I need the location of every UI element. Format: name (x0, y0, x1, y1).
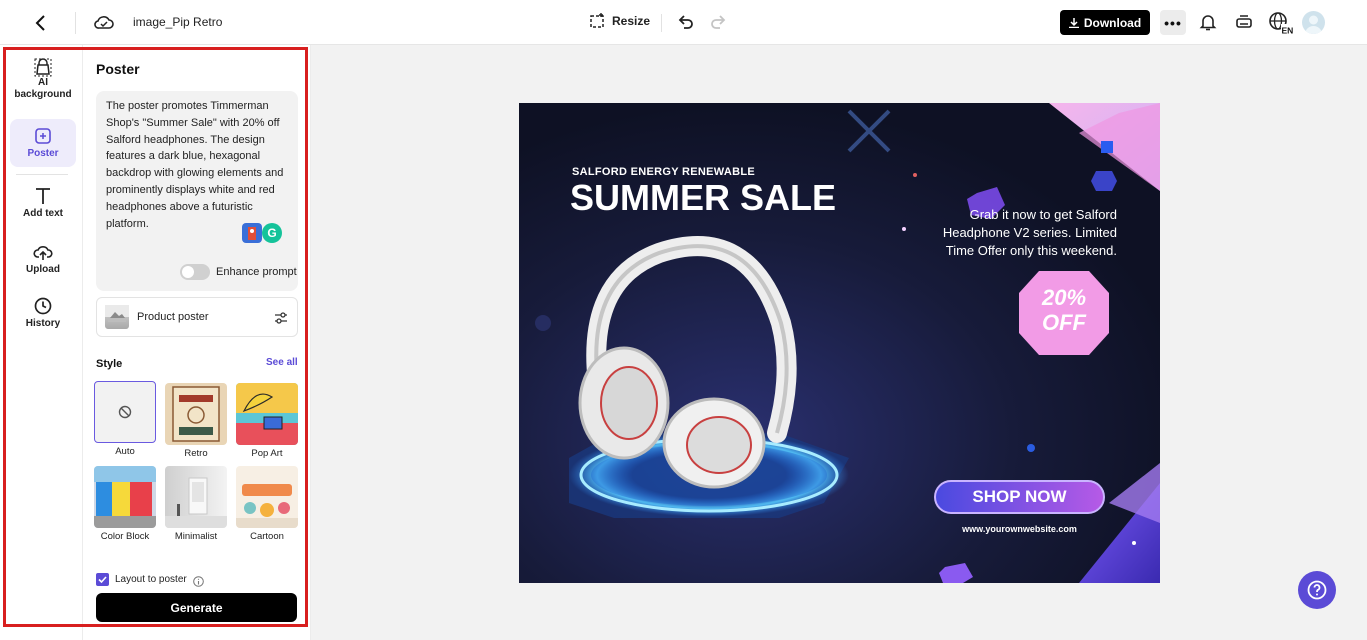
text-icon (36, 188, 50, 204)
offer-line: Time Offer only this weekend. (945, 243, 1117, 258)
poster-canvas[interactable]: SALFORD ENERGY RENEWABLE SUMMER SALE Gra… (519, 103, 1160, 583)
rail-label: History (25, 318, 61, 329)
question-mark-icon (1307, 580, 1327, 600)
style-name: Color Block (100, 531, 150, 542)
generate-button[interactable]: Generate (96, 593, 297, 622)
no-style-icon (118, 405, 132, 419)
style-name: Retro (184, 448, 208, 459)
style-thumbnail (165, 383, 227, 445)
badge-off: OFF (1042, 310, 1086, 335)
style-option-retro[interactable]: Retro (165, 383, 227, 459)
download-icon (1068, 17, 1079, 28)
poster-offer-text[interactable]: Grab it now to get Salford Headphone V2 … (899, 206, 1117, 260)
layout-checkbox[interactable] (96, 573, 109, 586)
offer-line: Grab it now to get Salford (969, 207, 1117, 222)
style-name: Pop Art (251, 448, 283, 459)
adjust-sliders-icon[interactable] (273, 310, 289, 326)
resize-icon (590, 13, 604, 28)
style-option-pop-art[interactable]: Pop Art (236, 383, 298, 459)
rail-item-history[interactable]: History (10, 297, 76, 333)
discount-badge[interactable]: 20% OFF (1019, 285, 1109, 335)
help-button[interactable] (1298, 571, 1336, 609)
top-bar: image_Pip Retro Resize Download ••• EN (0, 0, 1367, 45)
style-thumbnail (94, 381, 156, 443)
poster-icon (35, 128, 51, 144)
poster-panel: Poster The poster promotes Timmerman Sho… (83, 45, 311, 640)
avatar[interactable] (1302, 11, 1325, 34)
divider (16, 174, 68, 175)
product-type-selector[interactable]: Product poster (96, 297, 298, 337)
offer-line: Headphone V2 series. Limited (942, 225, 1117, 240)
style-option-cartoon[interactable]: Cartoon (236, 466, 298, 542)
rail-item-ai-background[interactable]: AI background (10, 57, 76, 105)
style-thumbnail (165, 466, 227, 528)
badge-percent: 20% (1041, 285, 1087, 310)
grammarly-icon[interactable]: G (262, 223, 282, 243)
redo-icon[interactable] (708, 12, 728, 32)
shop-now-button[interactable]: SHOP NOW (934, 480, 1105, 514)
rail-label: AI background (14, 77, 72, 100)
divider (75, 12, 76, 34)
rail-item-poster[interactable]: Poster (10, 119, 76, 167)
upload-cloud-icon (33, 246, 53, 260)
more-options-button[interactable]: ••• (1160, 10, 1186, 35)
poster-headline[interactable]: SUMMER SALE (570, 177, 836, 219)
poster-website[interactable]: www.yourownwebsite.com (934, 524, 1105, 534)
file-name[interactable]: image_Pip Retro (133, 15, 222, 29)
bell-icon[interactable] (1198, 12, 1218, 32)
style-option-minimalist[interactable]: Minimalist (165, 466, 227, 542)
tool-rail: AI background Poster Add text Upload His… (0, 45, 83, 640)
style-name: Auto (115, 446, 135, 457)
style-thumbnail (94, 466, 156, 528)
product-type-label: Product poster (137, 311, 209, 323)
rail-item-add-text[interactable]: Add text (10, 187, 76, 223)
cloud-sync-icon[interactable] (93, 12, 115, 34)
resize-label: Resize (612, 14, 651, 28)
info-icon[interactable] (193, 574, 204, 587)
style-option-auto[interactable]: Auto (94, 381, 156, 457)
language-globe-icon[interactable]: EN (1268, 11, 1294, 36)
download-label: Download (1083, 15, 1142, 30)
layout-label: Layout to poster (115, 574, 187, 585)
enhance-prompt-toggle[interactable] (180, 264, 210, 280)
resize-button[interactable]: Resize (588, 12, 650, 30)
style-name: Minimalist (174, 531, 218, 542)
panel-title: Poster (96, 61, 140, 77)
rail-label: Add text (23, 208, 63, 219)
style-section-label: Style (96, 358, 123, 370)
clock-icon (34, 297, 52, 315)
ai-bag-icon (34, 58, 52, 77)
rail-label: Poster (27, 148, 59, 159)
rail-item-upload[interactable]: Upload (10, 243, 76, 279)
check-icon (98, 576, 107, 584)
divider (661, 14, 662, 32)
printer-icon[interactable] (1234, 12, 1254, 32)
extension-icon[interactable] (242, 223, 262, 243)
language-code: EN (1282, 26, 1294, 36)
prompt-text[interactable]: The poster promotes Timmerman Shop's "Su… (106, 98, 292, 232)
undo-icon[interactable] (676, 12, 696, 32)
product-poster-thumbnail (105, 305, 129, 329)
style-name: Cartoon (250, 531, 284, 542)
rail-label: Upload (26, 264, 60, 275)
download-button[interactable]: Download (1060, 10, 1150, 35)
style-option-color-block[interactable]: Color Block (94, 466, 156, 542)
style-thumbnail (236, 383, 298, 445)
see-all-link[interactable]: See all (266, 357, 298, 368)
prompt-textarea[interactable]: The poster promotes Timmerman Shop's "Su… (96, 91, 298, 291)
style-thumbnail (236, 466, 298, 528)
back-arrow-icon[interactable] (28, 10, 54, 36)
enhance-prompt-label: Enhance prompt (216, 266, 297, 278)
